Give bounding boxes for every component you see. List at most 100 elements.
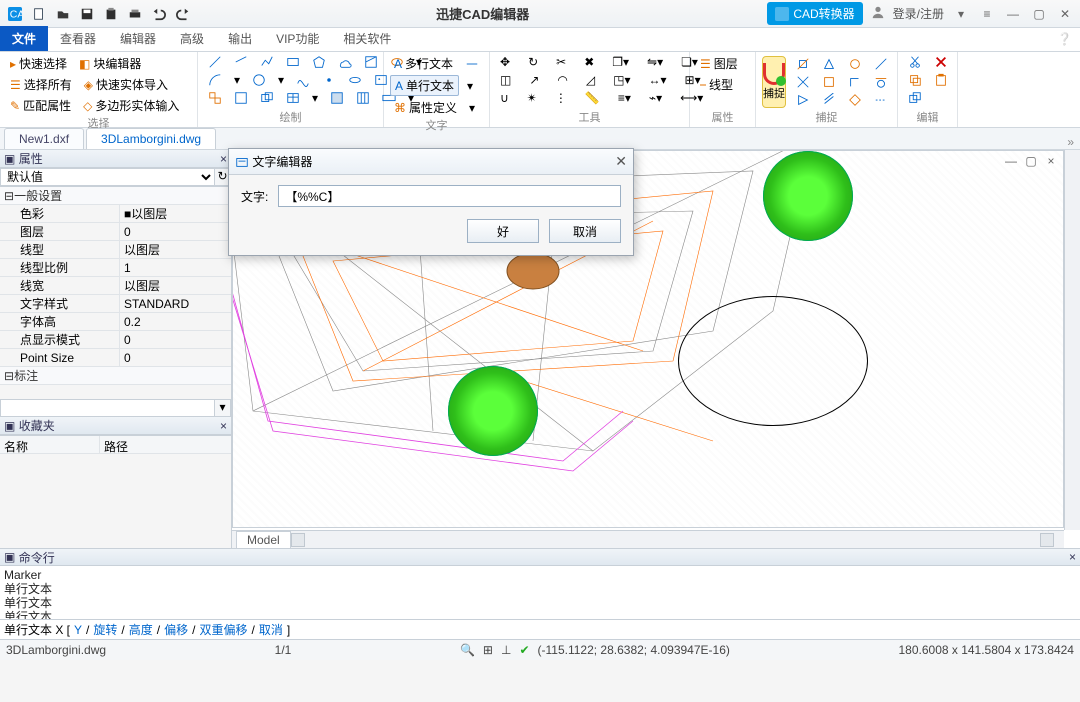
dim-icon[interactable] xyxy=(461,56,483,72)
panel-close-icon[interactable]: × xyxy=(220,419,227,433)
cmd-opt-offset[interactable]: 偏移 xyxy=(164,621,188,638)
delete-icon[interactable] xyxy=(930,54,952,70)
dialog-close-icon[interactable]: ✕ xyxy=(615,153,627,170)
dropdown-icon[interactable]: ▾ xyxy=(463,78,477,94)
cloud-icon[interactable] xyxy=(334,54,356,70)
scroll-left-icon[interactable] xyxy=(291,533,305,547)
props-section-general[interactable]: ⊟ 一般设置 xyxy=(0,187,231,205)
help-icon[interactable]: ❔ xyxy=(1057,32,1072,46)
explode-icon[interactable]: ✴ xyxy=(523,90,541,106)
match-props-button[interactable]: ✎匹配属性 xyxy=(6,96,75,115)
tab-output[interactable]: 输出 xyxy=(216,26,264,51)
dropdown-icon[interactable]: ▾ xyxy=(274,72,288,88)
cmd-opt-rotate[interactable]: 旋转 xyxy=(93,621,117,638)
tab-editor[interactable]: 编辑器 xyxy=(108,26,168,51)
extend-icon[interactable]: ↗ xyxy=(525,72,543,88)
offset-icon[interactable]: ◫ xyxy=(496,72,515,88)
block-editor-button[interactable]: ◧块编辑器 xyxy=(75,54,145,73)
doctab-overflow-icon[interactable]: » xyxy=(1061,135,1080,149)
tab-advanced[interactable]: 高级 xyxy=(168,26,216,51)
snap-mid-icon[interactable] xyxy=(818,56,840,72)
doctab-new1[interactable]: New1.dxf xyxy=(4,128,84,149)
divide-icon[interactable]: ⋮ xyxy=(551,90,571,106)
view-max-icon[interactable]: ▢ xyxy=(1022,152,1040,170)
copy3-icon[interactable] xyxy=(904,90,926,106)
maximize-icon[interactable]: ▢ xyxy=(1030,5,1048,23)
paste-icon[interactable] xyxy=(102,5,120,23)
align-icon[interactable]: ≡▾ xyxy=(614,90,635,106)
doctab-lambo[interactable]: 3DLamborgini.dwg xyxy=(86,128,216,149)
grid-icon[interactable] xyxy=(352,90,374,106)
paste2-icon[interactable] xyxy=(930,72,952,88)
rect-icon[interactable] xyxy=(282,54,304,70)
group-icon[interactable] xyxy=(256,90,278,106)
erase-icon[interactable]: ✖ xyxy=(580,54,598,70)
tab-vip[interactable]: VIP功能 xyxy=(264,26,331,51)
model-tab[interactable]: Model xyxy=(236,531,291,549)
tab-file[interactable]: 文件 xyxy=(0,26,48,51)
rotate-icon[interactable]: ↻ xyxy=(524,54,542,70)
spline-icon[interactable] xyxy=(292,72,314,88)
cmd-opt-y[interactable]: Y xyxy=(74,623,82,637)
measure-icon[interactable]: 📏 xyxy=(581,90,604,106)
snap-cen-icon[interactable] xyxy=(844,56,866,72)
panel-toggle-icon[interactable]: ▣ xyxy=(4,550,15,564)
new-icon[interactable] xyxy=(30,5,48,23)
snap-par-icon[interactable] xyxy=(818,92,840,108)
tab-viewer[interactable]: 查看器 xyxy=(48,26,108,51)
snap-near-icon[interactable] xyxy=(792,92,814,108)
status-ortho-icon[interactable]: ⊥ xyxy=(501,643,511,657)
ray-icon[interactable] xyxy=(230,54,252,70)
scale-icon[interactable]: ◳▾ xyxy=(609,72,634,88)
linetype-button[interactable]: ⎯线型 xyxy=(696,75,749,94)
snap-end-icon[interactable] xyxy=(792,56,814,72)
props-filter-dropdown-icon[interactable]: ▾ xyxy=(215,399,231,417)
layer-button[interactable]: ☰图层 xyxy=(696,54,749,73)
props-entity-select[interactable]: 默认值 xyxy=(0,168,215,186)
cut-icon[interactable] xyxy=(904,54,926,70)
block-icon[interactable] xyxy=(230,90,252,106)
circle-icon[interactable] xyxy=(248,72,270,88)
dialog-titlebar[interactable]: 文字编辑器 ✕ xyxy=(229,149,633,175)
dialog-text-input[interactable] xyxy=(278,185,621,207)
props-filter-input[interactable] xyxy=(0,399,215,417)
line-icon[interactable] xyxy=(204,54,226,70)
minimize-icon[interactable]: — xyxy=(1004,5,1022,23)
tab-related[interactable]: 相关软件 xyxy=(331,26,403,51)
multitext-button[interactable]: A多行文本 xyxy=(390,54,457,73)
select-all-button[interactable]: ☰选择所有 xyxy=(6,75,76,94)
quick-select-button[interactable]: ▸快速选择 xyxy=(6,54,71,73)
snap-big-button[interactable]: 捕捉 xyxy=(762,56,786,108)
dialog-cancel-button[interactable]: 取消 xyxy=(549,219,621,243)
table-icon[interactable] xyxy=(282,90,304,106)
singletext-button[interactable]: A单行文本 xyxy=(390,75,459,96)
cmd-opt-doffset[interactable]: 双重偏移 xyxy=(199,621,247,638)
scrollbar-horizontal[interactable]: Model xyxy=(232,530,1064,548)
poly-entity-input-button[interactable]: ◇多边形实体输入 xyxy=(79,96,183,115)
move-icon[interactable]: ✥ xyxy=(496,54,514,70)
cmd-opt-cancel[interactable]: 取消 xyxy=(259,621,283,638)
attrdef-button[interactable]: ⌘属性定义 xyxy=(390,98,461,117)
snap-node-icon[interactable] xyxy=(870,56,892,72)
status-snap-icon[interactable]: ✔ xyxy=(519,643,529,657)
scroll-right-icon[interactable] xyxy=(1040,533,1054,547)
fast-entity-import-button[interactable]: ◈快速实体导入 xyxy=(80,75,172,94)
trim-icon[interactable]: ✂ xyxy=(552,54,570,70)
view-min-icon[interactable]: — xyxy=(1002,152,1020,170)
status-grid-icon[interactable]: ⊞ xyxy=(483,643,493,657)
fav-col-path[interactable]: 路径 xyxy=(100,436,132,453)
snap-ext-icon[interactable] xyxy=(870,92,892,108)
fillet-icon[interactable]: ◠ xyxy=(553,72,571,88)
dropdown-icon[interactable]: ▾ xyxy=(952,5,970,23)
point-icon[interactable] xyxy=(318,72,340,88)
hatch-icon[interactable] xyxy=(360,54,382,70)
dropdown-icon[interactable]: ▾ xyxy=(465,100,479,116)
polyline-icon[interactable] xyxy=(256,54,278,70)
snap-per-icon[interactable] xyxy=(844,74,866,90)
fav-col-name[interactable]: 名称 xyxy=(0,436,100,453)
snap-ins-icon[interactable] xyxy=(818,74,840,90)
snap-tan-icon[interactable] xyxy=(870,74,892,90)
ellipse2-icon[interactable] xyxy=(344,72,366,88)
dropdown-icon[interactable]: ▾ xyxy=(230,72,244,88)
save-icon[interactable] xyxy=(78,5,96,23)
